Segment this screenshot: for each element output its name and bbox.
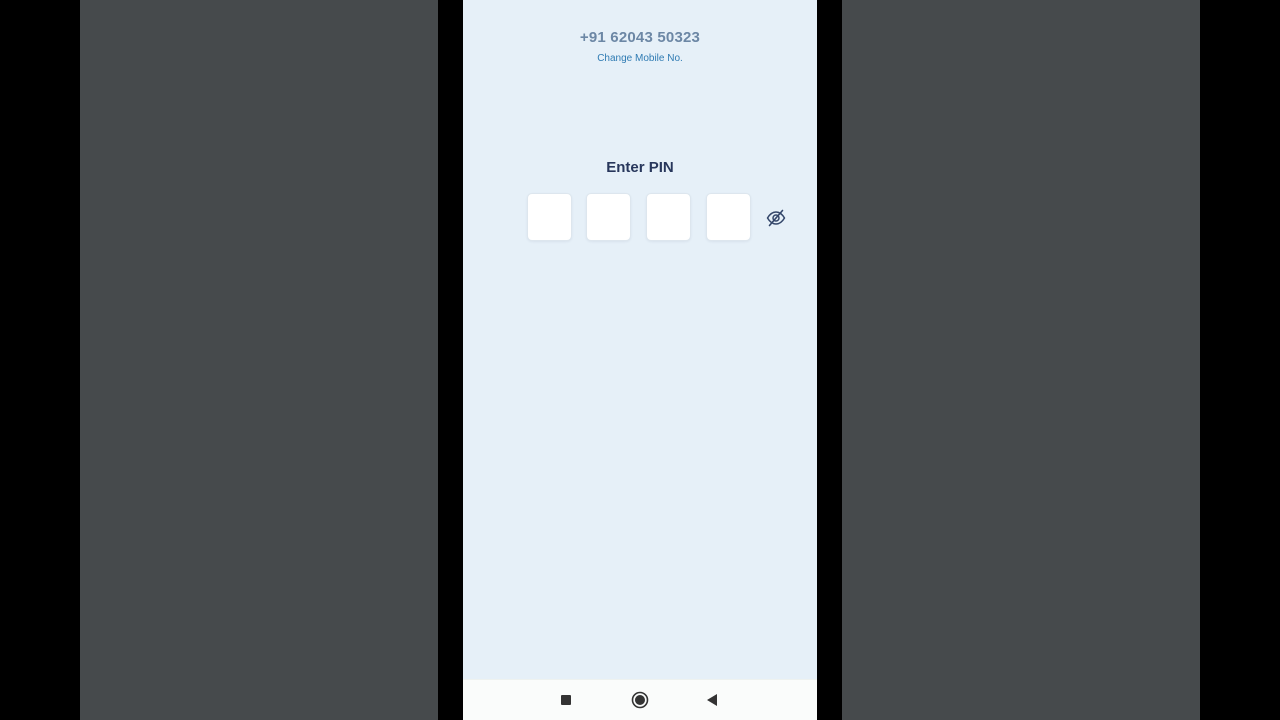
screen-stage: +91 62043 50323 Change Mobile No. Enter … xyxy=(0,0,1280,720)
pin-title: Enter PIN xyxy=(606,159,674,176)
pin-digit-3[interactable] xyxy=(646,193,691,241)
triangle-back-icon[interactable] xyxy=(702,690,722,710)
circle-icon[interactable] xyxy=(630,690,650,710)
pin-digit-1[interactable] xyxy=(527,193,572,241)
left-letterbox-panel xyxy=(80,0,438,720)
eye-off-icon[interactable] xyxy=(765,207,787,229)
right-letterbox-panel xyxy=(842,0,1200,720)
pin-digit-4[interactable] xyxy=(706,193,751,241)
phone-number-label: +91 62043 50323 xyxy=(579,29,701,46)
change-mobile-link[interactable]: Change Mobile No. xyxy=(463,53,817,64)
android-nav-bar xyxy=(463,679,817,720)
pin-digit-2[interactable] xyxy=(586,193,631,241)
square-icon[interactable] xyxy=(556,690,576,710)
phone-screen: +91 62043 50323 Change Mobile No. Enter … xyxy=(463,0,817,720)
